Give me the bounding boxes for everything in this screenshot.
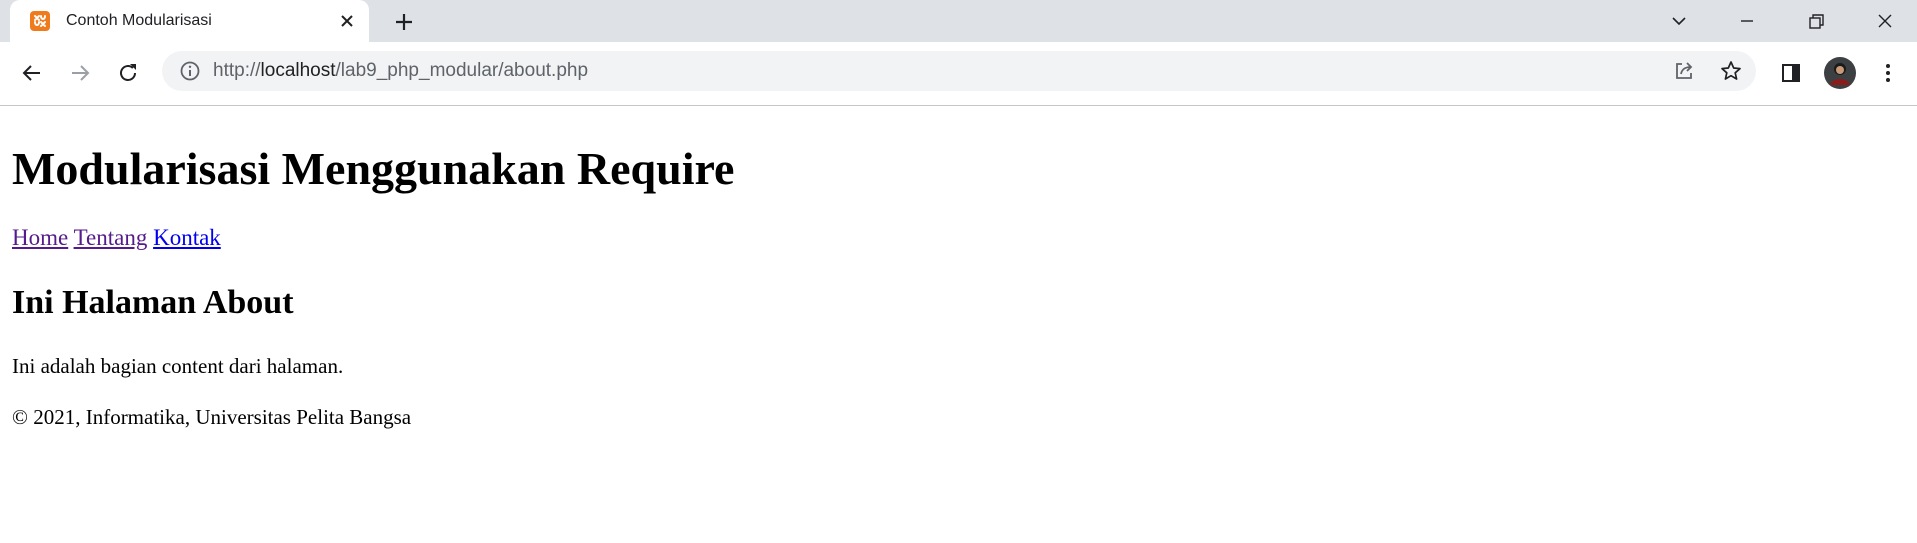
footer-text: © 2021, Informatika, Universitas Pelita … [12,405,412,429]
star-icon[interactable] [1719,59,1743,83]
nav-link-home[interactable]: Home [12,225,68,250]
nav-link-kontak[interactable]: Kontak [153,225,221,250]
page-viewport: Modularisasi Menggunakan Require Home Te… [0,106,1917,543]
avatar[interactable] [1823,56,1857,90]
close-icon[interactable] [337,11,357,31]
info-icon[interactable] [178,59,202,83]
url-scheme: http:// [213,60,261,81]
minimize-icon[interactable] [1736,10,1758,32]
xampp-icon [30,11,50,31]
kebab-menu-icon[interactable] [1876,61,1900,85]
side-panel-icon[interactable] [1779,61,1803,85]
address-bar[interactable]: http://localhost/lab9_php_modular/about.… [162,51,1756,91]
forward-arrow-icon[interactable] [68,61,92,85]
url-text[interactable]: http://localhost/lab9_php_modular/about.… [213,60,588,82]
reload-icon[interactable] [116,61,140,85]
plus-icon[interactable] [393,11,415,33]
content-text: Ini adalah bagian content dari halaman. [12,354,344,378]
share-icon[interactable] [1672,59,1696,83]
active-tab[interactable]: Contoh Modularisasi [10,0,369,42]
back-arrow-icon[interactable] [20,61,44,85]
url-host: localhost [260,60,336,81]
tab-strip: Contoh Modularisasi [0,0,1917,42]
close-window-icon[interactable] [1874,10,1896,32]
section-heading: Ini Halaman About [12,284,294,321]
browser-toolbar: http://localhost/lab9_php_modular/about.… [0,42,1917,106]
main-nav: Home Tentang Kontak [12,225,221,251]
chevron-down-icon[interactable] [1668,10,1690,32]
nav-link-tentang[interactable]: Tentang [74,225,148,250]
page-title: Modularisasi Menggunakan Require [12,143,735,194]
tab-title: Contoh Modularisasi [66,12,212,29]
restore-icon[interactable] [1805,10,1827,32]
url-path: /lab9_php_modular/about.php [335,60,589,81]
